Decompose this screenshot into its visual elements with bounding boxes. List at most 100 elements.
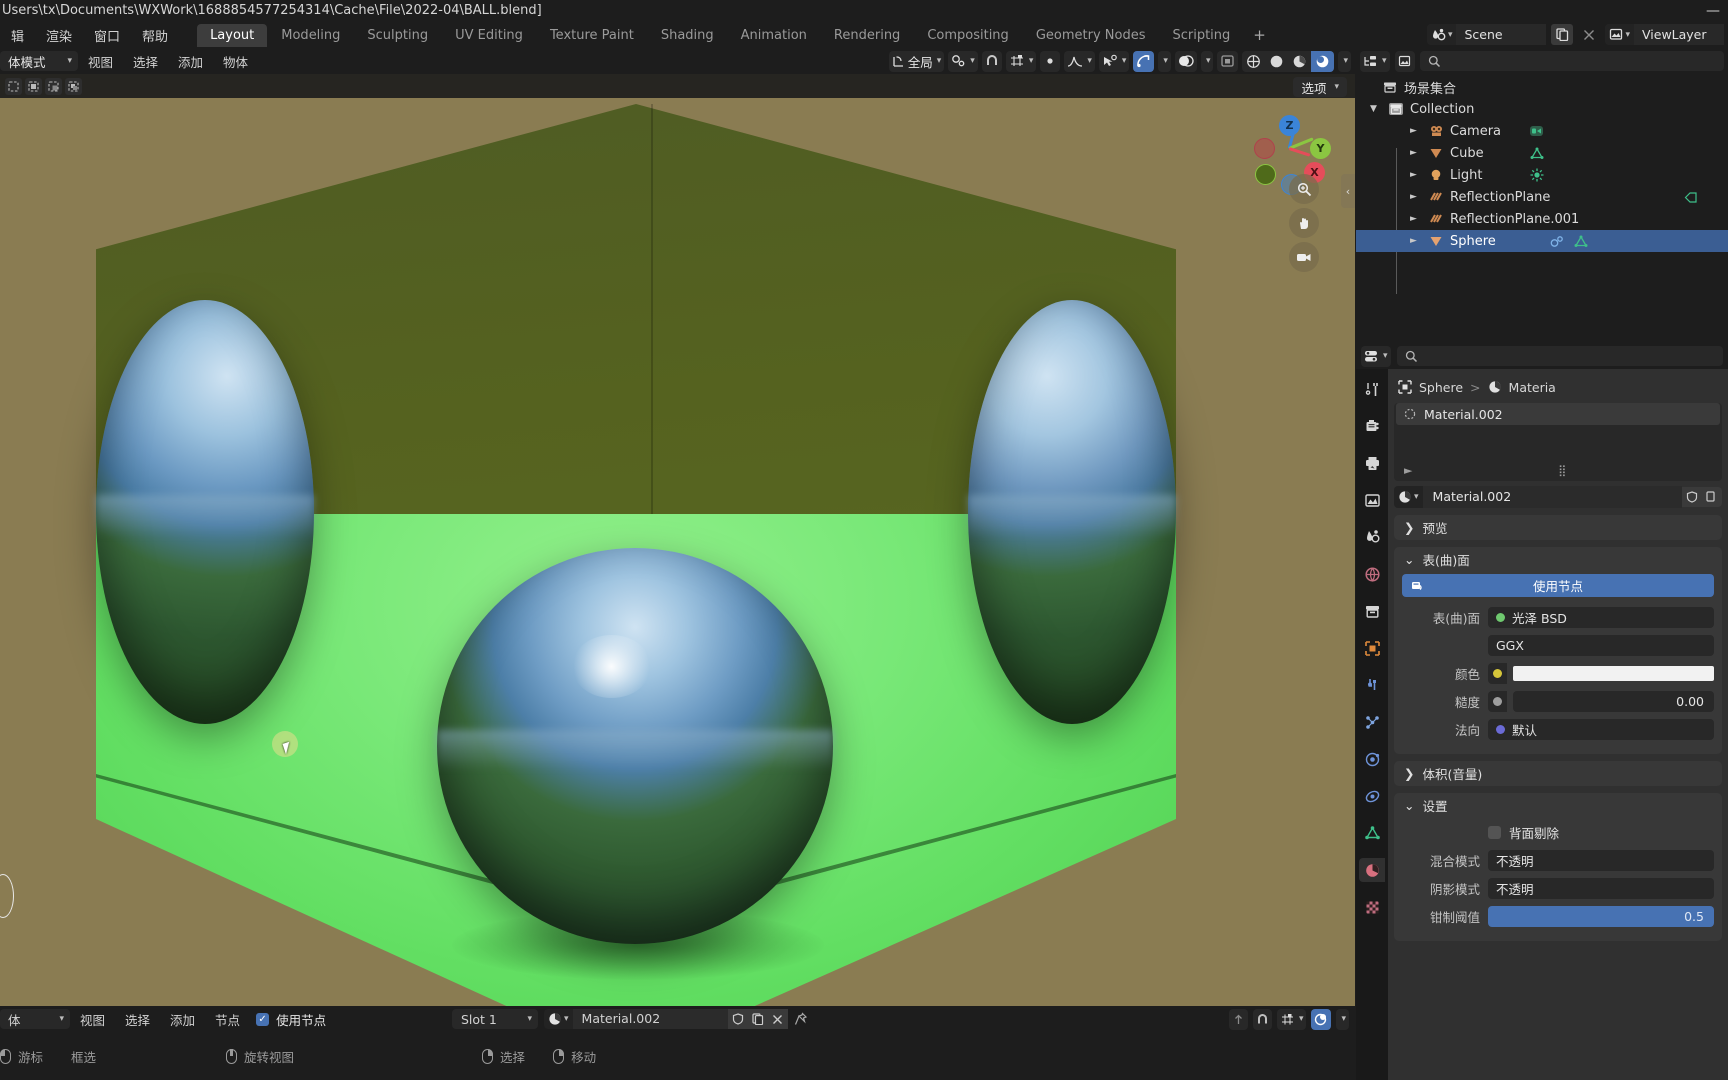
- viewlayer-name[interactable]: ViewLayer: [1634, 24, 1724, 45]
- shadow-mode-selector[interactable]: 不透明: [1488, 878, 1714, 899]
- snap-settings[interactable]: ▾: [1005, 50, 1037, 72]
- pan-view-button[interactable]: [1289, 208, 1319, 238]
- shading-options[interactable]: ▾: [1338, 50, 1351, 72]
- snap-pivot-selector[interactable]: ▾: [948, 50, 978, 72]
- shading-material-preview-button[interactable]: [1288, 51, 1311, 72]
- expand-triangle-icon[interactable]: ⌄: [1404, 552, 1414, 567]
- properties-search-field[interactable]: [1396, 346, 1723, 366]
- viewport-canvas[interactable]: 选项 ▾ Z Y X ‹: [0, 74, 1355, 1006]
- overlays-options[interactable]: ▾: [1200, 50, 1214, 72]
- tab-compositing[interactable]: Compositing: [914, 24, 1022, 47]
- collapse-triangle-icon[interactable]: ❯: [1404, 766, 1414, 781]
- material-icon[interactable]: ▾: [544, 1009, 573, 1029]
- viewlayer-selector[interactable]: ▾ ViewLayer: [1605, 24, 1724, 45]
- expand-triangle-icon[interactable]: ►: [1410, 170, 1422, 180]
- camera-data-icon[interactable]: [1529, 124, 1544, 138]
- navigation-gizmo[interactable]: Z Y X: [1253, 104, 1331, 195]
- interaction-mode-selector[interactable]: 体模式 ▾: [0, 51, 78, 71]
- tab-layout[interactable]: Layout: [197, 23, 268, 47]
- tab-viewlayer[interactable]: [1359, 488, 1385, 512]
- tab-modeling[interactable]: Modeling: [268, 24, 353, 47]
- tab-texture-paint[interactable]: Texture Paint: [537, 24, 647, 47]
- tab-sculpting[interactable]: Sculpting: [354, 24, 441, 47]
- blend-mode-selector[interactable]: 不透明: [1488, 850, 1714, 871]
- tab-scene[interactable]: [1359, 525, 1385, 549]
- panel-volume[interactable]: ❯ 体积(音量): [1394, 761, 1722, 786]
- panel-settings-header[interactable]: ⌄ 设置: [1394, 793, 1722, 818]
- expand-triangle-icon[interactable]: ▼: [1370, 104, 1382, 114]
- light-data-icon[interactable]: [1530, 168, 1544, 182]
- material-slot-list[interactable]: Material.002 ► ⣿: [1394, 403, 1722, 481]
- use-nodes-button[interactable]: 使用节点: [1402, 574, 1714, 597]
- minimize-button[interactable]: —: [1698, 0, 1728, 22]
- viewport-menu-view[interactable]: 视图: [78, 49, 123, 74]
- node-menu-node[interactable]: 节点: [205, 1007, 250, 1032]
- clamp-threshold-slider[interactable]: 0.5: [1488, 906, 1714, 927]
- tab-tool[interactable]: [1359, 377, 1385, 401]
- overlays-toggle[interactable]: [1174, 50, 1197, 72]
- menu-render[interactable]: 渲染: [35, 23, 83, 48]
- viewport-sidebar-toggle[interactable]: ‹: [1341, 174, 1355, 208]
- panel-preview-header[interactable]: ❯ 预览: [1394, 515, 1722, 540]
- transform-orientation[interactable]: 全局 ▾: [888, 50, 945, 72]
- tab-animation[interactable]: Animation: [728, 24, 820, 47]
- select-subtract-icon[interactable]: [45, 77, 62, 95]
- gizmo-axis-y[interactable]: Y: [1310, 138, 1331, 159]
- expand-triangle-icon[interactable]: ►: [1410, 192, 1422, 202]
- expand-triangle-icon[interactable]: ⌄: [1404, 798, 1414, 813]
- select-extend-icon[interactable]: [25, 77, 42, 95]
- proportional-falloff[interactable]: ▾: [1064, 50, 1095, 72]
- backface-culling-checkbox[interactable]: [1488, 826, 1501, 839]
- outliner-row-scene-collection[interactable]: 场景集合: [1356, 76, 1728, 98]
- tab-rendering[interactable]: Rendering: [821, 24, 913, 47]
- xray-toggle[interactable]: [1217, 50, 1239, 72]
- grip-dots-icon[interactable]: ⣿: [1558, 464, 1566, 477]
- new-material-button[interactable]: [747, 1009, 768, 1029]
- snap-toggle[interactable]: [981, 50, 1002, 72]
- node-menu-select[interactable]: 选择: [115, 1007, 160, 1032]
- outliner-display-mode[interactable]: ▾: [1360, 50, 1390, 72]
- breadcrumb-object[interactable]: Sphere: [1419, 380, 1463, 395]
- outliner-row-sphere[interactable]: ► Sphere: [1356, 230, 1728, 252]
- outliner-search-field[interactable]: [1419, 51, 1724, 71]
- node-material-field[interactable]: ▾ Material.002: [544, 1009, 814, 1029]
- node-menu-view[interactable]: 视图: [70, 1007, 115, 1032]
- node-snap-settings[interactable]: ▾: [1276, 1008, 1307, 1030]
- sphere-center[interactable]: [437, 548, 833, 944]
- material-slot-expander[interactable]: ► ⣿: [1394, 461, 1722, 479]
- outliner-row-camera[interactable]: ► Camera: [1356, 120, 1728, 142]
- tab-scripting[interactable]: Scripting: [1159, 24, 1243, 47]
- material-slot-item[interactable]: Material.002: [1396, 403, 1720, 425]
- roughness-socket-button[interactable]: [1488, 691, 1507, 712]
- mesh-data-icon[interactable]: [1530, 147, 1544, 160]
- roughness-value-field[interactable]: 0.00: [1513, 691, 1714, 712]
- color-control[interactable]: [1488, 663, 1714, 684]
- outliner-row-reflectionplane-001[interactable]: ► ReflectionPlane.001: [1356, 208, 1728, 230]
- new-scene-button[interactable]: [1551, 24, 1574, 45]
- menu-help[interactable]: 帮助: [131, 23, 179, 48]
- gizmo-axis-neg-x[interactable]: [1254, 138, 1275, 159]
- zoom-view-button[interactable]: [1289, 174, 1319, 204]
- roughness-control[interactable]: 0.00: [1488, 691, 1714, 712]
- outliner-filter-button[interactable]: [1394, 50, 1415, 72]
- sphere-right[interactable]: [968, 300, 1176, 724]
- select-set-icon[interactable]: [5, 77, 22, 95]
- breadcrumb-material[interactable]: Materia: [1509, 380, 1556, 395]
- expand-triangle-icon[interactable]: ►: [1410, 214, 1422, 224]
- material-slot-selector[interactable]: Slot 1 ▾: [452, 1009, 538, 1029]
- fake-user-button[interactable]: [1682, 487, 1702, 507]
- select-intersect-icon[interactable]: [65, 77, 82, 95]
- tab-constraints[interactable]: [1359, 784, 1385, 808]
- gizmo-axis-neg-y[interactable]: [1255, 164, 1276, 185]
- gizmo-toggle[interactable]: [1133, 50, 1155, 72]
- material-data-icon[interactable]: [1550, 235, 1564, 248]
- viewlayer-icon[interactable]: ▾: [1605, 24, 1634, 45]
- material-name[interactable]: Material.002: [572, 1009, 728, 1029]
- outliner-row-collection[interactable]: ▼ Collection: [1356, 98, 1728, 120]
- material-browse-icon[interactable]: ▾: [1394, 486, 1423, 508]
- tab-collection[interactable]: [1359, 599, 1385, 623]
- mesh-data-icon[interactable]: [1574, 235, 1588, 248]
- tab-object[interactable]: [1359, 636, 1385, 660]
- expand-triangle-icon[interactable]: ►: [1410, 126, 1422, 136]
- viewport-menu-add[interactable]: 添加: [168, 49, 213, 74]
